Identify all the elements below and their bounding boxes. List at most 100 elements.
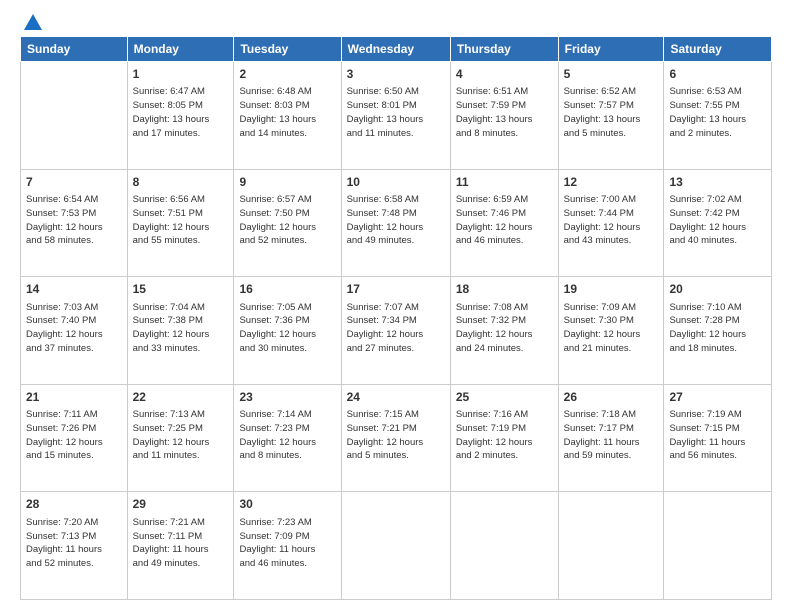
- day-number: 23: [239, 389, 335, 406]
- day-info: Sunrise: 7:04 AM Sunset: 7:38 PM Dayligh…: [133, 301, 229, 356]
- calendar-cell: 25Sunrise: 7:16 AM Sunset: 7:19 PM Dayli…: [450, 384, 558, 492]
- day-info: Sunrise: 6:51 AM Sunset: 7:59 PM Dayligh…: [456, 85, 553, 140]
- calendar-cell: 2 Sunrise: 6:48 AM Sunset: 8:03 PM Daylig…: [234, 62, 341, 170]
- day-number: 1: [133, 66, 229, 83]
- day-number: 30: [239, 496, 335, 513]
- calendar-cell: 29 Sunrise: 7:21 AM Sunset: 7:11 PM Dayli…: [127, 492, 234, 600]
- day-info: Sunrise: 7:13 AM Sunset: 7:25 PM Dayligh…: [133, 408, 229, 463]
- day-info: Sunrise: 6:50 AM Sunset: 8:01 PM Dayligh…: [347, 85, 445, 140]
- day-info: Sunrise: 7:19 AM Sunset: 7:15 PM Dayligh…: [669, 408, 766, 463]
- calendar-cell: 11 Sunrise: 6:59 AM Sunset: 7:46 PM Dayli…: [450, 169, 558, 277]
- page: SundayMondayTuesdayWednesdayThursdayFrid…: [0, 0, 792, 612]
- calendar-cell: 24Sunrise: 7:15 AM Sunset: 7:21 PM Dayli…: [341, 384, 450, 492]
- calendar-week-row: 28 Sunrise: 7:20 AM Sunset: 7:13 PM Dayli…: [21, 492, 772, 600]
- day-info: Sunrise: 6:52 AM Sunset: 7:57 PM Dayligh…: [564, 85, 659, 140]
- day-info: Sunrise: 7:14 AM Sunset: 7:23 PM Dayligh…: [239, 408, 335, 463]
- calendar-cell: 21 Sunrise: 7:11 AM Sunset: 7:26 PM Dayli…: [21, 384, 128, 492]
- day-number: 7: [26, 174, 122, 191]
- calendar-cell: 5 Sunrise: 6:52 AM Sunset: 7:57 PM Daylig…: [558, 62, 664, 170]
- day-number: 10: [347, 174, 445, 191]
- calendar-header-monday: Monday: [127, 37, 234, 62]
- day-info: Sunrise: 7:11 AM Sunset: 7:26 PM Dayligh…: [26, 408, 122, 463]
- calendar-cell: [21, 62, 128, 170]
- calendar-cell: 7 Sunrise: 6:54 AM Sunset: 7:53 PM Daylig…: [21, 169, 128, 277]
- day-number: 15: [133, 281, 229, 298]
- calendar-cell: 27 Sunrise: 7:19 AM Sunset: 7:15 PM Dayli…: [664, 384, 772, 492]
- calendar-header-row: SundayMondayTuesdayWednesdayThursdayFrid…: [21, 37, 772, 62]
- day-info: Sunrise: 7:03 AM Sunset: 7:40 PM Dayligh…: [26, 301, 122, 356]
- calendar-cell: 23 Sunrise: 7:14 AM Sunset: 7:23 PM Dayli…: [234, 384, 341, 492]
- day-info: Sunrise: 7:10 AM Sunset: 7:28 PM Dayligh…: [669, 301, 766, 356]
- day-number: 27: [669, 389, 766, 406]
- calendar-cell: 17Sunrise: 7:07 AM Sunset: 7:34 PM Dayli…: [341, 277, 450, 385]
- day-number: 2: [239, 66, 335, 83]
- day-number: 13: [669, 174, 766, 191]
- day-number: 28: [26, 496, 122, 513]
- calendar-header-thursday: Thursday: [450, 37, 558, 62]
- day-info: Sunrise: 7:21 AM Sunset: 7:11 PM Dayligh…: [133, 516, 229, 571]
- day-info: Sunrise: 6:57 AM Sunset: 7:50 PM Dayligh…: [239, 193, 335, 248]
- day-number: 29: [133, 496, 229, 513]
- calendar-cell: 4Sunrise: 6:51 AM Sunset: 7:59 PM Daylig…: [450, 62, 558, 170]
- day-info: Sunrise: 6:58 AM Sunset: 7:48 PM Dayligh…: [347, 193, 445, 248]
- day-info: Sunrise: 7:20 AM Sunset: 7:13 PM Dayligh…: [26, 516, 122, 571]
- calendar-cell: 14 Sunrise: 7:03 AM Sunset: 7:40 PM Dayli…: [21, 277, 128, 385]
- day-info: Sunrise: 6:54 AM Sunset: 7:53 PM Dayligh…: [26, 193, 122, 248]
- day-number: 26: [564, 389, 659, 406]
- day-info: Sunrise: 7:23 AM Sunset: 7:09 PM Dayligh…: [239, 516, 335, 571]
- day-info: Sunrise: 7:05 AM Sunset: 7:36 PM Dayligh…: [239, 301, 335, 356]
- day-number: 12: [564, 174, 659, 191]
- logo-area: [20, 16, 42, 28]
- calendar-header-friday: Friday: [558, 37, 664, 62]
- calendar-cell: 1Sunrise: 6:47 AM Sunset: 8:05 PM Daylig…: [127, 62, 234, 170]
- day-number: 11: [456, 174, 553, 191]
- day-number: 6: [669, 66, 766, 83]
- day-number: 16: [239, 281, 335, 298]
- calendar-week-row: 14 Sunrise: 7:03 AM Sunset: 7:40 PM Dayli…: [21, 277, 772, 385]
- calendar-cell: 12 Sunrise: 7:00 AM Sunset: 7:44 PM Dayli…: [558, 169, 664, 277]
- calendar-cell: 26 Sunrise: 7:18 AM Sunset: 7:17 PM Dayli…: [558, 384, 664, 492]
- day-info: Sunrise: 7:07 AM Sunset: 7:34 PM Dayligh…: [347, 301, 445, 356]
- day-number: 21: [26, 389, 122, 406]
- calendar-header-wednesday: Wednesday: [341, 37, 450, 62]
- calendar-week-row: 1Sunrise: 6:47 AM Sunset: 8:05 PM Daylig…: [21, 62, 772, 170]
- calendar-cell: 28 Sunrise: 7:20 AM Sunset: 7:13 PM Dayli…: [21, 492, 128, 600]
- day-info: Sunrise: 6:48 AM Sunset: 8:03 PM Dayligh…: [239, 85, 335, 140]
- day-number: 8: [133, 174, 229, 191]
- day-number: 20: [669, 281, 766, 298]
- day-info: Sunrise: 7:02 AM Sunset: 7:42 PM Dayligh…: [669, 193, 766, 248]
- day-info: Sunrise: 6:59 AM Sunset: 7:46 PM Dayligh…: [456, 193, 553, 248]
- calendar: SundayMondayTuesdayWednesdayThursdayFrid…: [20, 36, 772, 600]
- logo: [20, 16, 42, 30]
- day-info: Sunrise: 7:00 AM Sunset: 7:44 PM Dayligh…: [564, 193, 659, 248]
- calendar-cell: 3 Sunrise: 6:50 AM Sunset: 8:01 PM Daylig…: [341, 62, 450, 170]
- calendar-week-row: 21 Sunrise: 7:11 AM Sunset: 7:26 PM Dayli…: [21, 384, 772, 492]
- calendar-cell: [341, 492, 450, 600]
- day-number: 22: [133, 389, 229, 406]
- calendar-cell: 16 Sunrise: 7:05 AM Sunset: 7:36 PM Dayli…: [234, 277, 341, 385]
- day-info: Sunrise: 7:09 AM Sunset: 7:30 PM Dayligh…: [564, 301, 659, 356]
- calendar-cell: 8 Sunrise: 6:56 AM Sunset: 7:51 PM Daylig…: [127, 169, 234, 277]
- header: [20, 16, 772, 28]
- day-number: 14: [26, 281, 122, 298]
- day-info: Sunrise: 7:16 AM Sunset: 7:19 PM Dayligh…: [456, 408, 553, 463]
- calendar-cell: 10 Sunrise: 6:58 AM Sunset: 7:48 PM Dayli…: [341, 169, 450, 277]
- calendar-cell: 22 Sunrise: 7:13 AM Sunset: 7:25 PM Dayli…: [127, 384, 234, 492]
- calendar-cell: 30 Sunrise: 7:23 AM Sunset: 7:09 PM Dayli…: [234, 492, 341, 600]
- calendar-cell: 6Sunrise: 6:53 AM Sunset: 7:55 PM Daylig…: [664, 62, 772, 170]
- day-number: 18: [456, 281, 553, 298]
- calendar-cell: [664, 492, 772, 600]
- calendar-week-row: 7 Sunrise: 6:54 AM Sunset: 7:53 PM Daylig…: [21, 169, 772, 277]
- calendar-header-tuesday: Tuesday: [234, 37, 341, 62]
- calendar-cell: 20 Sunrise: 7:10 AM Sunset: 7:28 PM Dayli…: [664, 277, 772, 385]
- logo-triangle-icon: [24, 14, 42, 30]
- day-info: Sunrise: 6:56 AM Sunset: 7:51 PM Dayligh…: [133, 193, 229, 248]
- day-info: Sunrise: 7:18 AM Sunset: 7:17 PM Dayligh…: [564, 408, 659, 463]
- calendar-cell: [450, 492, 558, 600]
- calendar-cell: 18Sunrise: 7:08 AM Sunset: 7:32 PM Dayli…: [450, 277, 558, 385]
- calendar-cell: 15 Sunrise: 7:04 AM Sunset: 7:38 PM Dayli…: [127, 277, 234, 385]
- day-number: 3: [347, 66, 445, 83]
- calendar-header-saturday: Saturday: [664, 37, 772, 62]
- day-number: 19: [564, 281, 659, 298]
- day-number: 5: [564, 66, 659, 83]
